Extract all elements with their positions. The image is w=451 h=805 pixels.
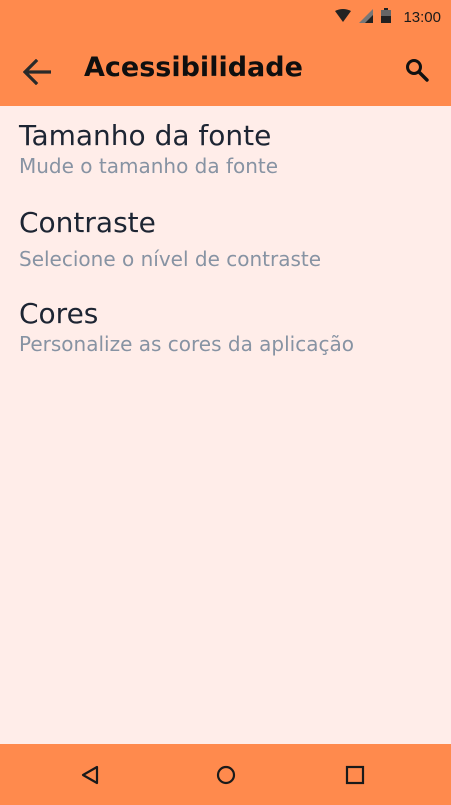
status-time: 13:00 (403, 8, 441, 26)
setting-item-colors[interactable]: Cores Personalize as cores da aplicação (19, 297, 439, 357)
setting-title: Tamanho da fonte (19, 119, 272, 152)
status-bar: 13:00 (0, 0, 451, 34)
search-icon (406, 59, 429, 82)
navigation-bar (0, 744, 451, 805)
setting-title: Contraste (19, 206, 156, 239)
app-bar: Acessibilidade (0, 34, 451, 106)
nav-home-button[interactable] (209, 758, 243, 792)
nav-back-button[interactable] (73, 758, 107, 792)
setting-title: Cores (19, 297, 99, 330)
setting-item-font-size[interactable]: Tamanho da fonte Mude o tamanho da fonte (19, 119, 439, 179)
search-button[interactable] (399, 52, 435, 88)
arrow-back-icon (23, 59, 51, 85)
setting-subtitle: Personalize as cores da aplicação (19, 332, 354, 356)
battery-icon (381, 7, 392, 27)
back-button[interactable] (18, 52, 58, 92)
setting-subtitle: Selecione o nível de contraste (19, 247, 322, 271)
nav-recents-button[interactable] (338, 758, 372, 792)
page-title: Acessibilidade (84, 52, 303, 83)
home-circle-icon (216, 765, 236, 785)
recents-square-icon (345, 765, 365, 785)
wifi-icon (335, 8, 352, 27)
signal-icon (359, 8, 374, 27)
setting-item-contrast[interactable]: Contraste Selecione o nível de contraste (19, 206, 439, 272)
setting-subtitle: Mude o tamanho da fonte (19, 154, 279, 178)
status-icons: 13:00 (335, 0, 441, 34)
back-triangle-icon (81, 765, 99, 785)
